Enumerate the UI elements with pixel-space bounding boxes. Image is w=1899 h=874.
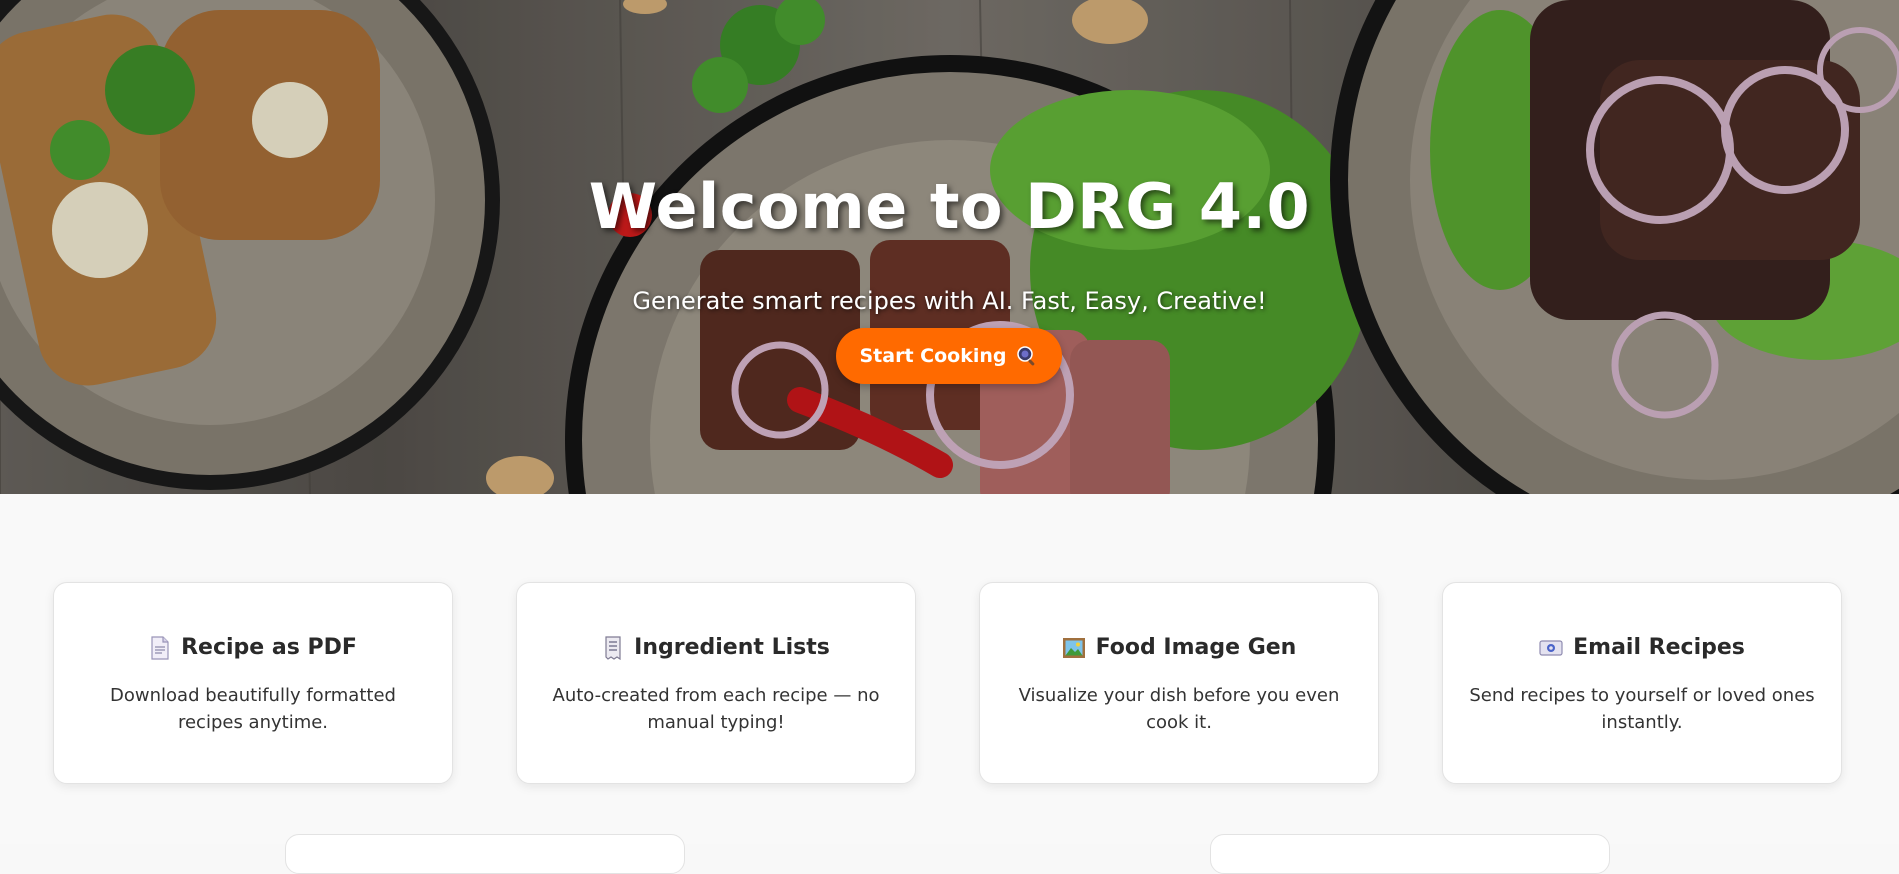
- hero-subtitle: Generate smart recipes with AI. Fast, Ea…: [632, 287, 1267, 315]
- feature-description: Visualize your dish before you even cook…: [1018, 685, 1340, 733]
- hero-title: Welcome to DRG 4.0: [588, 170, 1311, 243]
- receipt-list-icon: [602, 635, 624, 660]
- start-cooking-label: Start Cooking: [859, 345, 1007, 367]
- feature-description: Send recipes to yourself or loved ones i…: [1469, 685, 1815, 733]
- hero-section: Welcome to DRG 4.0 Generate smart recipe…: [0, 0, 1899, 494]
- framed-picture-icon: [1062, 637, 1086, 659]
- feature-description: Download beautifully formatted recipes a…: [110, 685, 396, 733]
- feature-card-email-recipes: Email Recipes Send recipes to yourself o…: [1442, 582, 1842, 784]
- start-cooking-button[interactable]: Start Cooking: [836, 328, 1062, 384]
- feature-card-food-image-gen: Food Image Gen Visualize your dish befor…: [979, 582, 1379, 784]
- frying-pan-icon: [1016, 345, 1038, 367]
- feature-title: Food Image Gen: [1095, 635, 1297, 660]
- feature-card-ingredient-lists: Ingredient Lists Auto-created from each …: [516, 582, 916, 784]
- feature-card-partial: [1210, 834, 1610, 874]
- food-plates-background: [0, 0, 1899, 494]
- email-icon: [1539, 638, 1563, 658]
- feature-title: Recipe as PDF: [181, 635, 357, 660]
- feature-description: Auto-created from each recipe — no manua…: [552, 685, 880, 733]
- feature-title: Email Recipes: [1573, 635, 1745, 660]
- feature-title: Ingredient Lists: [634, 635, 830, 660]
- document-icon: [149, 635, 171, 660]
- feature-card-recipe-pdf: Recipe as PDF Download beautifully forma…: [53, 582, 453, 784]
- feature-card-partial: [285, 834, 685, 874]
